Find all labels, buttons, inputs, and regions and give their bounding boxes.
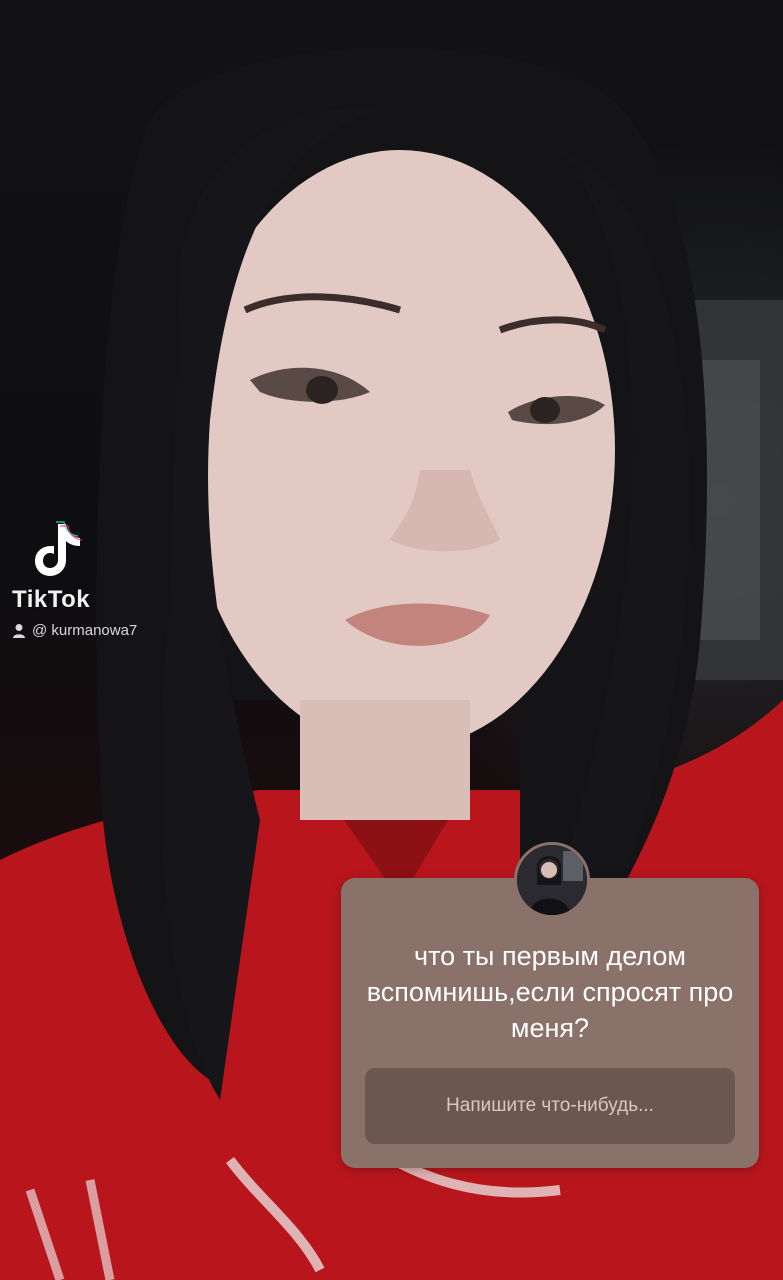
tiktok-username: @ kurmanowa7 [32,622,138,639]
tiktok-brand-label: TikTok [12,586,91,613]
question-text: что ты первым делом вспомнишь,если спрос… [366,941,734,1043]
answer-input[interactable]: Напишите что-нибудь... [365,1068,735,1144]
avatar-image [517,845,587,915]
avatar [514,842,590,918]
question-sticker[interactable]: что ты первым делом вспомнишь,если спрос… [341,878,759,1168]
tiktok-watermark: TikTok @ kurmanowa7 [12,520,182,650]
person-icon [13,623,25,638]
tiktok-username-row: @ kurmanowa7 [12,622,137,639]
story-view: TikTok @ kurmanowa7 что ты первым делом … [0,0,783,1280]
tiktok-logo-icon [35,521,83,576]
